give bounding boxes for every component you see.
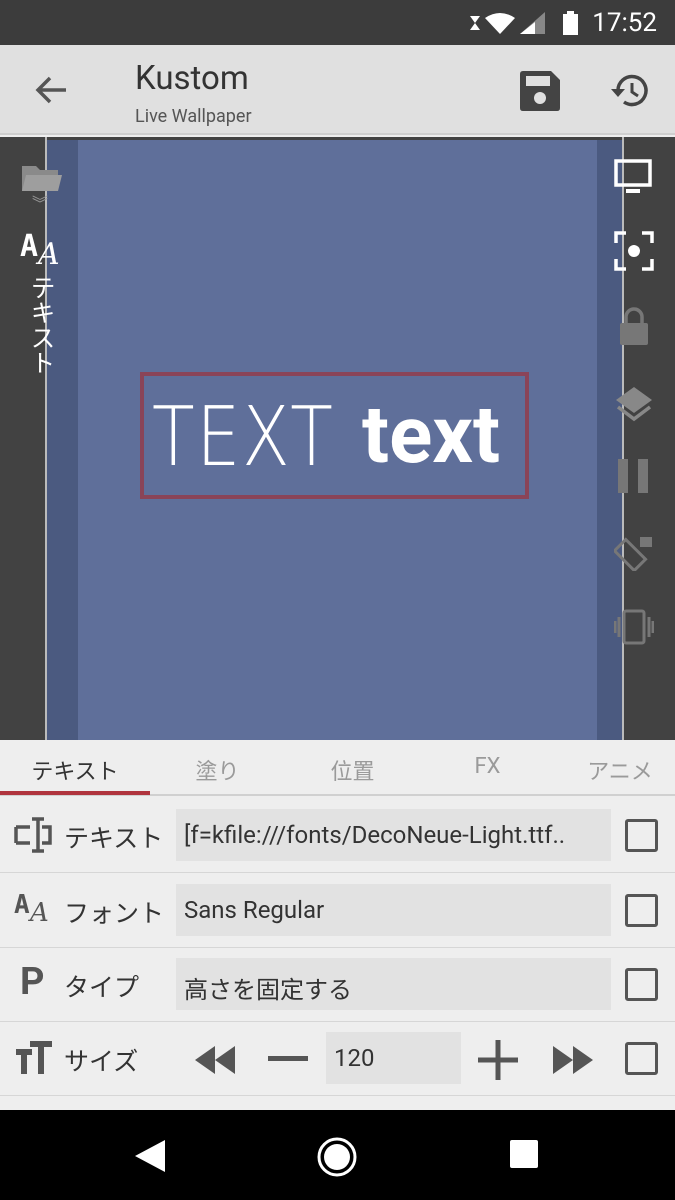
status-bar: 17:52 [0, 0, 675, 45]
tab-fill[interactable]: 塗り [145, 754, 290, 786]
navigation-bar [0, 1110, 675, 1200]
active-tab-indicator [0, 791, 150, 795]
home-icon[interactable] [316, 1136, 358, 1178]
clock: 17:52 [592, 8, 657, 38]
back-icon[interactable] [133, 1138, 167, 1174]
plus-icon[interactable] [478, 1040, 518, 1080]
font-row: AA フォント Sans Regular [0, 874, 675, 948]
wifi-icon [485, 13, 515, 34]
fast-rewind-icon[interactable] [195, 1046, 235, 1074]
type-field[interactable]: 高さを固定する [176, 958, 611, 1010]
editor-tabs: テキスト 塗り 位置 FX アニメ [0, 740, 675, 796]
checkbox[interactable] [625, 819, 658, 852]
row-label: サイズ [64, 1048, 139, 1077]
text-cursor-icon [14, 817, 52, 853]
lock-icon[interactable] [618, 307, 650, 347]
text-light: TEXT [152, 390, 335, 485]
row-label: フォント [64, 900, 165, 929]
text-size-icon [16, 1041, 52, 1074]
folder-icon[interactable] [22, 163, 62, 193]
row-label: タイプ [64, 974, 140, 1003]
size-row: サイズ 120 [0, 1022, 675, 1096]
data-arrows-icon [470, 16, 480, 30]
layers-icon[interactable] [614, 385, 654, 425]
selected-text-item[interactable]: TEXT text [140, 372, 529, 499]
text-bold: text [362, 388, 501, 482]
checkbox[interactable] [625, 1042, 658, 1075]
row-label: テキスト [64, 825, 164, 854]
app-title: Kustom [135, 59, 249, 98]
save-icon[interactable] [520, 71, 560, 111]
rotation-lock-icon[interactable] [614, 531, 656, 571]
size-field[interactable]: 120 [326, 1032, 461, 1084]
status-icons [470, 11, 578, 35]
font-icon: AA [20, 229, 60, 272]
battery-icon [563, 14, 578, 35]
checkbox[interactable] [625, 894, 658, 927]
minus-icon[interactable] [268, 1056, 308, 1064]
pause-icon[interactable] [616, 457, 652, 495]
back-arrow-icon[interactable] [34, 75, 68, 105]
history-icon[interactable] [610, 73, 652, 109]
text-row: テキスト [f=kfile:///fonts/DecoNeue-Light.tt… [0, 799, 675, 873]
focus-icon[interactable] [614, 231, 654, 271]
tab-position[interactable]: 位置 [280, 754, 425, 786]
font-icon: AA [14, 890, 49, 928]
layer-label: テキスト [26, 275, 55, 375]
type-row: P タイプ 高さを固定する [0, 948, 675, 1022]
app-subtitle: Live Wallpaper [135, 106, 252, 127]
p-icon: P [20, 960, 45, 1004]
tab-text[interactable]: テキスト [0, 754, 150, 786]
app-toolbar: Kustom Live Wallpaper [0, 45, 675, 135]
fast-forward-icon[interactable] [553, 1046, 593, 1074]
checkbox[interactable] [625, 968, 658, 1001]
tab-fx[interactable]: FX [415, 754, 560, 779]
chevron-down-icon[interactable]: ︾ [32, 196, 48, 212]
tab-animation[interactable]: アニメ [555, 754, 675, 786]
font-field[interactable]: Sans Regular [176, 884, 611, 936]
text-formula-field[interactable]: [f=kfile:///fonts/DecoNeue-Light.ttf.. [176, 809, 611, 861]
recents-icon[interactable] [510, 1140, 540, 1170]
vibrate-icon[interactable] [614, 609, 654, 645]
monitor-icon[interactable] [614, 159, 654, 195]
preview-canvas[interactable]: ︾ AA テキスト TEXT text [0, 137, 675, 740]
